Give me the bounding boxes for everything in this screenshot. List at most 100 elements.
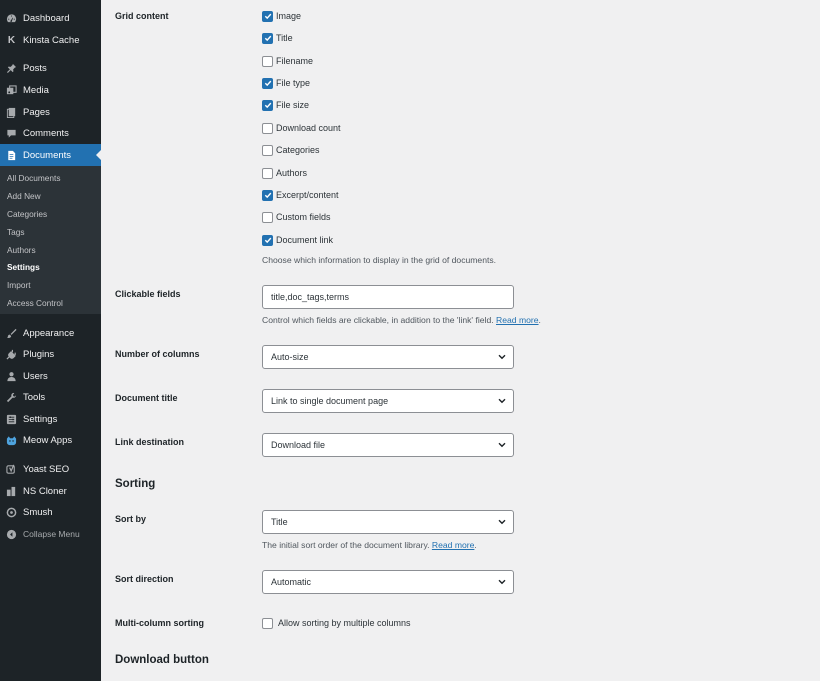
download-button-heading: Download button [115, 654, 209, 666]
grid-option-file-size[interactable]: File size [262, 99, 309, 111]
dashboard-icon [6, 13, 17, 24]
menu-item-comments[interactable]: Comments [0, 123, 101, 143]
menu-item-appearance[interactable]: Appearance [0, 323, 101, 343]
chevron-down-icon [498, 398, 506, 404]
period: . [538, 315, 541, 325]
checkbox[interactable] [262, 77, 273, 89]
menu-label: Settings [23, 413, 58, 425]
clickable-fields-input[interactable]: title,doc_tags,terms [262, 285, 514, 309]
submenu-categories[interactable]: Categories [7, 209, 47, 219]
menu-item-tools[interactable]: Tools [0, 387, 101, 407]
checkbox[interactable] [262, 234, 273, 246]
sort-by-select[interactable]: Title [262, 510, 514, 534]
menu-item-media[interactable]: Media [0, 80, 101, 100]
option-label: Filename [276, 56, 314, 66]
user-icon [6, 371, 17, 382]
menu-label: NS Cloner [23, 485, 67, 497]
sort-direction-select[interactable]: Automatic [262, 570, 514, 594]
read-more-link[interactable]: Read more [496, 315, 539, 325]
grid-option-filename[interactable]: Filename [262, 55, 313, 67]
checkbox[interactable] [262, 211, 273, 223]
sort-by-label: Sort by [115, 514, 147, 524]
grid-option-document-link[interactable]: Document link [262, 234, 333, 246]
option-label: Custom fields [276, 212, 331, 222]
meow-icon [6, 435, 17, 446]
menu-item-yoast-seo[interactable]: Yoast SEO [0, 459, 101, 479]
grid-option-title[interactable]: Title [262, 32, 293, 44]
menu-item-ns-cloner[interactable]: NS Cloner [0, 481, 101, 501]
menu-label: Tools [23, 391, 46, 403]
submenu-tags[interactable]: Tags [7, 227, 25, 237]
sort-by-description: The initial sort order of the document l… [262, 540, 477, 550]
chevron-down-icon [498, 354, 506, 360]
media-icon [6, 84, 17, 96]
sorting-heading: Sorting [115, 478, 156, 490]
submenu-settings[interactable]: Settings [7, 262, 40, 272]
menu-item-kinsta-cache[interactable]: K Kinsta Cache [0, 30, 101, 50]
menu-item-dashboard[interactable]: Dashboard [0, 8, 101, 28]
comment-icon [6, 128, 17, 139]
submenu-authors[interactable]: Authors [7, 245, 36, 255]
collapse-label: Collapse Menu [23, 529, 80, 539]
grid-option-image[interactable]: Image [262, 10, 301, 22]
admin-sidebar: Dashboard K Kinsta Cache Posts Media Pag… [0, 0, 101, 681]
grid-option-custom-fields[interactable]: Custom fields [262, 211, 331, 223]
checkbox[interactable] [262, 10, 273, 22]
collapse-menu-button[interactable]: Collapse Menu [0, 524, 101, 544]
grid-option-download-count[interactable]: Download count [262, 122, 341, 134]
multi-column-sorting-option[interactable]: Allow sorting by multiple columns [262, 617, 411, 629]
menu-item-documents[interactable]: Documents [0, 144, 101, 166]
menu-item-plugins[interactable]: Plugins [0, 344, 101, 364]
number-of-columns-select[interactable]: Auto-size [262, 345, 514, 369]
checkbox[interactable] [262, 144, 273, 156]
menu-item-settings[interactable]: Settings [0, 409, 101, 429]
description-text: The initial sort order of the document l… [262, 540, 430, 550]
menu-label: Pages [23, 106, 50, 118]
multi-column-sorting-label: Multi-column sorting [115, 618, 204, 628]
grid-option-excerpt-content[interactable]: Excerpt/content [262, 189, 339, 201]
option-label: Download count [276, 123, 341, 133]
grid-option-authors[interactable]: Authors [262, 167, 307, 179]
menu-label: Posts [23, 62, 47, 74]
yoast-icon [6, 464, 17, 475]
menu-label: Comments [23, 127, 69, 139]
menu-label: Meow Apps [23, 434, 73, 446]
menu-item-pages[interactable]: Pages [0, 102, 101, 122]
checkbox[interactable] [262, 99, 273, 111]
chevron-down-icon [498, 442, 506, 448]
description-text: Control which fields are clickable, in a… [262, 315, 494, 325]
submenu-access-control[interactable]: Access Control [7, 298, 63, 308]
menu-label: Media [23, 84, 49, 96]
menu-label: Kinsta Cache [23, 34, 80, 46]
menu-item-smush[interactable]: Smush [0, 502, 101, 522]
checkbox[interactable] [262, 55, 273, 67]
smush-icon [6, 507, 17, 518]
menu-item-users[interactable]: Users [0, 366, 101, 386]
checkbox[interactable] [262, 617, 273, 629]
select-value: Title [271, 517, 288, 527]
menu-item-posts[interactable]: Posts [0, 58, 101, 78]
checkbox[interactable] [262, 189, 273, 201]
submenu-all-documents[interactable]: All Documents [7, 173, 61, 183]
select-value: Auto-size [271, 352, 309, 362]
option-label: File type [276, 78, 311, 88]
read-more-link[interactable]: Read more [432, 540, 475, 550]
clickable-fields-value: title,doc_tags,terms [271, 292, 350, 302]
grid-option-categories[interactable]: Categories [262, 144, 320, 156]
menu-label: Appearance [23, 327, 75, 339]
document-title-select[interactable]: Link to single document page [262, 389, 514, 413]
grid-option-file-type[interactable]: File type [262, 77, 310, 89]
option-label: Document link [276, 235, 334, 245]
checkbox[interactable] [262, 122, 273, 134]
submenu-add-new[interactable]: Add New [7, 191, 41, 201]
option-label: Excerpt/content [276, 190, 339, 200]
submenu-import[interactable]: Import [7, 280, 31, 290]
pin-icon [6, 63, 17, 74]
option-label: Image [276, 11, 302, 21]
link-destination-select[interactable]: Download file [262, 433, 514, 457]
clickable-fields-label: Clickable fields [115, 289, 181, 299]
checkbox[interactable] [262, 167, 273, 179]
menu-item-meow-apps[interactable]: Meow Apps [0, 430, 101, 450]
checkbox[interactable] [262, 32, 273, 44]
cloner-icon [6, 486, 17, 497]
